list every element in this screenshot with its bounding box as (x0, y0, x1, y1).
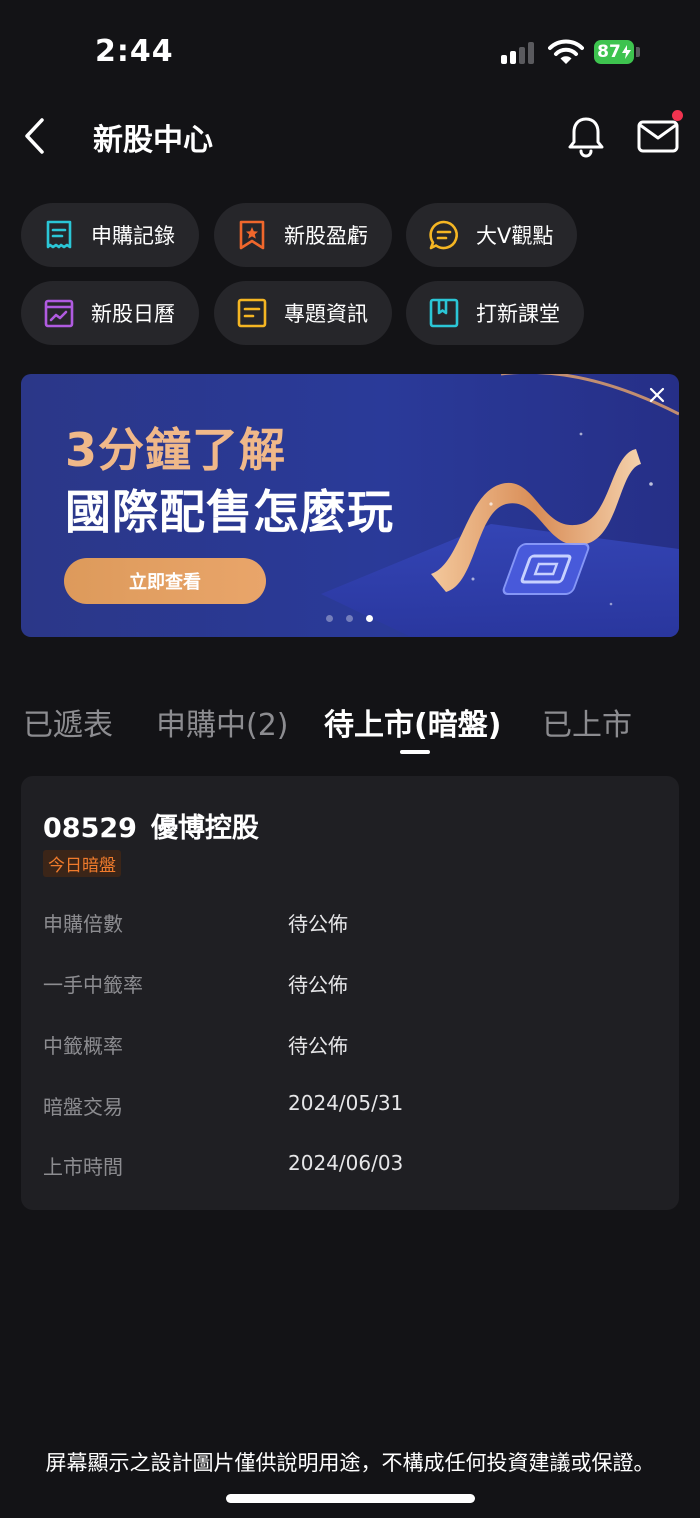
banner-cta-button[interactable]: 立即查看 (64, 558, 266, 604)
quick-menu-label: 打新課堂 (476, 302, 560, 326)
status-bar: 2:44 87 (0, 0, 700, 100)
carousel-dot (326, 615, 333, 622)
quick-menu-label: 大V觀點 (476, 224, 554, 248)
row-label-allotment-probability: 中籤概率 (43, 1034, 123, 1058)
battery-level: 87 (597, 42, 621, 62)
charging-bolt-icon (621, 45, 631, 59)
quick-menu-subscription-records[interactable]: 申購記錄 (21, 203, 199, 267)
notification-dot (672, 110, 683, 121)
row-value-allotment-probability: 待公佈 (288, 1034, 348, 1058)
quick-menu-label: 新股盈虧 (284, 224, 368, 248)
stock-name: 優博控股 (150, 813, 259, 844)
row-label-listing-date: 上市時間 (43, 1155, 123, 1179)
status-time: 2:44 (95, 34, 174, 69)
page-title: 新股中心 (93, 123, 213, 158)
row-value-one-lot-rate: 待公佈 (288, 973, 348, 997)
quick-menu-topics[interactable]: 專題資訊 (214, 281, 392, 345)
back-arrow-icon[interactable] (18, 114, 58, 158)
calendar-chart-icon (44, 299, 74, 328)
star-bookmark-icon (239, 220, 265, 250)
battery-icon: 87 (594, 40, 634, 64)
carousel-dot-active (366, 615, 373, 622)
mail-icon[interactable] (636, 116, 680, 156)
row-value-subscription-multiple: 待公佈 (288, 912, 348, 936)
quick-menu-kol-views[interactable]: 大V觀點 (406, 203, 577, 267)
row-label-grey-market: 暗盤交易 (43, 1095, 123, 1119)
promo-banner[interactable]: 3分鐘了解 國際配售怎麼玩 立即查看 (21, 374, 679, 637)
chat-bubble-icon (429, 220, 458, 250)
book-icon (429, 298, 459, 328)
close-icon[interactable] (648, 386, 666, 404)
quick-menu-label: 專題資訊 (284, 302, 368, 326)
bell-icon[interactable] (566, 114, 606, 158)
row-value-grey-market: 2024/05/31 (288, 1091, 404, 1115)
home-indicator[interactable] (226, 1494, 475, 1503)
stock-card[interactable]: 08529 優博控股 今日暗盤 申購倍數 待公佈 一手中籤率 待公佈 中籤概率 待… (21, 776, 679, 1210)
carousel-dots (326, 615, 373, 622)
tab-pending-listing[interactable]: 待上市(暗盤) (324, 700, 501, 744)
tab-listed[interactable]: 已上市 (542, 700, 632, 744)
status-badge: 今日暗盤 (43, 850, 121, 877)
quick-menu-label: 新股日曆 (91, 302, 175, 326)
disclaimer-text: 屏幕顯示之設計圖片僅供說明用途，不構成任何投資建議或保證。 (45, 1451, 655, 1475)
quick-menu-label: 申購記錄 (91, 224, 175, 248)
tab-filed[interactable]: 已遞表 (23, 700, 113, 744)
tab-indicator (400, 750, 430, 754)
cellular-signal-icon (501, 42, 537, 64)
carousel-dot (346, 615, 353, 622)
document-icon (237, 298, 267, 328)
quick-menu-ipo-classroom[interactable]: 打新課堂 (406, 281, 584, 345)
tab-subscribing[interactable]: 申購中(2) (156, 700, 289, 744)
stock-code: 08529 (43, 813, 137, 844)
row-label-one-lot-rate: 一手中籤率 (43, 973, 143, 997)
row-label-subscription-multiple: 申購倍數 (43, 912, 123, 936)
receipt-icon (46, 220, 72, 249)
battery-tip (636, 47, 640, 57)
wifi-icon (548, 39, 584, 64)
banner-headline: 3分鐘了解 (65, 423, 287, 477)
quick-menu-ipo-pnl[interactable]: 新股盈虧 (214, 203, 392, 267)
row-value-listing-date: 2024/06/03 (288, 1151, 404, 1175)
quick-menu-ipo-calendar[interactable]: 新股日曆 (21, 281, 199, 345)
stock-title: 08529 優博控股 (43, 806, 259, 845)
banner-subheadline: 國際配售怎麼玩 (65, 485, 394, 539)
